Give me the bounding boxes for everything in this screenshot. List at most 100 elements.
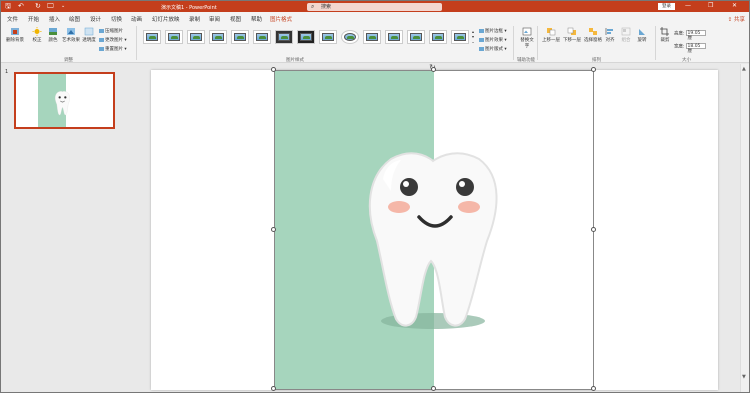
width-field[interactable]: 宽度: 18.05 厘 — [674, 43, 712, 54]
width-value[interactable]: 18.05 厘 — [685, 43, 706, 54]
picture-style-4[interactable] — [209, 30, 227, 44]
picture-style-15[interactable] — [451, 30, 469, 44]
bring-forward-label: 上移一层 — [542, 38, 560, 43]
slide-number: 1 — [5, 69, 9, 75]
tab-help[interactable]: 帮助 — [251, 15, 262, 23]
picture-style-13[interactable] — [407, 30, 425, 44]
compress-pictures-button[interactable]: 压缩图片 — [99, 28, 123, 34]
remove-background-label: 删除背景 — [6, 38, 24, 43]
picture-border-icon — [479, 28, 484, 33]
scroll-down-icon[interactable]: ▼ — [742, 374, 746, 380]
share-button[interactable]: ⇪ 共享 — [728, 15, 745, 23]
crop-label: 裁剪 — [660, 38, 670, 43]
artistic-effects-button[interactable]: 艺术效果 — [61, 27, 81, 43]
reset-picture-label: 重置图片 — [105, 47, 123, 52]
ribbon-separator — [537, 26, 538, 60]
resize-handle-s[interactable] — [431, 386, 436, 391]
styles-gallery-scroll[interactable]: ▴ ▾ ⌄ — [470, 29, 476, 44]
artistic-effects-label: 艺术效果 — [62, 38, 80, 43]
search-placeholder: 搜索 — [321, 4, 332, 10]
adjust-group-label: 调整 — [64, 58, 73, 63]
change-picture-label: 更改图片 — [105, 38, 123, 43]
group-button[interactable]: 组合 — [620, 27, 632, 43]
scroll-up-icon[interactable]: ▲ — [742, 66, 746, 72]
color-icon — [49, 28, 57, 35]
tab-insert[interactable]: 插入 — [49, 15, 60, 23]
tab-file[interactable]: 文件 — [7, 15, 18, 23]
corrections-button[interactable]: 校正 — [30, 27, 44, 43]
picture-style-11[interactable] — [363, 30, 381, 44]
remove-background-button[interactable]: 删除背景 — [5, 27, 25, 43]
change-picture-icon — [99, 37, 104, 42]
resize-handle-n[interactable] — [431, 67, 436, 72]
picture-border-button[interactable]: 图片边框 ▾ — [479, 28, 507, 34]
redo-icon[interactable]: ↻ — [35, 3, 41, 10]
transparency-icon — [84, 27, 94, 36]
reset-picture-button[interactable]: 重置图片 ▾ — [99, 46, 127, 52]
tab-slideshow[interactable]: 幻灯片放映 — [152, 15, 180, 23]
present-icon[interactable]: 🖵 — [47, 3, 54, 10]
picture-layout-label: 图片版式 — [485, 47, 503, 52]
restore-icon[interactable]: ❐ — [708, 2, 713, 10]
slide-thumbnail-1[interactable] — [14, 72, 115, 129]
tab-design[interactable]: 设计 — [90, 15, 101, 23]
tab-review[interactable]: 审阅 — [209, 15, 220, 23]
minimize-icon[interactable]: — — [685, 2, 691, 10]
tab-record[interactable]: 录制 — [189, 15, 200, 23]
reset-picture-icon — [99, 46, 104, 51]
height-field[interactable]: 高度: 19.05 厘 — [674, 30, 712, 41]
search-box[interactable]: ⌕ 搜索 — [307, 3, 442, 11]
undo-icon[interactable]: ↶ — [18, 3, 24, 10]
send-backward-button[interactable]: 下移一层 — [562, 27, 582, 43]
picture-style-7[interactable] — [275, 30, 293, 44]
picture-style-1[interactable] — [143, 30, 161, 44]
picture-style-5[interactable] — [231, 30, 249, 44]
color-button[interactable]: 颜色 — [46, 27, 60, 43]
selection-pane-button[interactable]: 选择窗格 — [583, 27, 603, 43]
align-icon — [605, 28, 613, 35]
picture-style-14[interactable] — [429, 30, 447, 44]
tab-draw[interactable]: 绘图 — [69, 15, 80, 23]
align-button[interactable]: 对齐 — [604, 27, 616, 43]
document-title: 演示文稿1 - PowerPoint — [161, 5, 217, 11]
thumb-tooth-icon — [55, 91, 70, 116]
ribbon: 删除背景 校正 颜色 艺术效果 透明度 压缩图片 更改图片 ▾ 重置图片 ▾ 调… — [1, 23, 749, 63]
menu-bar: 文件 开始 插入 绘图 设计 切换 动画 幻灯片放映 录制 审阅 视图 帮助 图… — [1, 12, 749, 25]
selection-box — [274, 70, 594, 390]
sun-icon — [32, 27, 42, 36]
save-icon[interactable]: 🖫 — [5, 3, 11, 10]
picture-style-12[interactable] — [385, 30, 403, 44]
transparency-button[interactable]: 透明度 — [81, 27, 97, 43]
picture-style-6[interactable] — [253, 30, 271, 44]
picture-layout-button[interactable]: 图片版式 ▾ — [479, 46, 507, 52]
close-icon[interactable]: ✕ — [732, 2, 737, 10]
tab-home[interactable]: 开始 — [28, 15, 39, 23]
crop-button[interactable]: 裁剪 — [658, 27, 672, 43]
picture-style-3[interactable] — [187, 30, 205, 44]
resize-handle-nw[interactable] — [271, 67, 276, 72]
resize-handle-ne[interactable] — [591, 67, 596, 72]
send-backward-icon — [567, 27, 576, 35]
compress-label: 压缩图片 — [105, 29, 123, 34]
bring-forward-button[interactable]: 上移一层 — [541, 27, 561, 43]
login-button[interactable]: 登录 — [658, 3, 675, 10]
picture-style-2[interactable] — [165, 30, 183, 44]
resize-handle-e[interactable] — [591, 227, 596, 232]
alt-text-button[interactable]: 替换文字 — [519, 27, 535, 49]
resize-handle-w[interactable] — [271, 227, 276, 232]
picture-style-10[interactable] — [341, 30, 359, 44]
picture-style-9[interactable] — [319, 30, 337, 44]
picture-style-8[interactable] — [297, 30, 315, 44]
customize-qat-icon[interactable]: ⌄ — [61, 3, 65, 10]
search-icon: ⌕ — [311, 3, 315, 10]
picture-effects-button[interactable]: 图片效果 ▾ — [479, 37, 507, 43]
resize-handle-sw[interactable] — [271, 386, 276, 391]
rotate-button[interactable]: 旋转 — [636, 27, 648, 43]
tab-view[interactable]: 视图 — [230, 15, 241, 23]
vertical-scrollbar[interactable]: ▲ ▼ — [740, 64, 749, 392]
tab-transitions[interactable]: 切换 — [111, 15, 122, 23]
change-picture-button[interactable]: 更改图片 ▾ — [99, 37, 127, 43]
height-value[interactable]: 19.05 厘 — [685, 30, 706, 41]
tab-animations[interactable]: 动画 — [131, 15, 142, 23]
resize-handle-se[interactable] — [591, 386, 596, 391]
